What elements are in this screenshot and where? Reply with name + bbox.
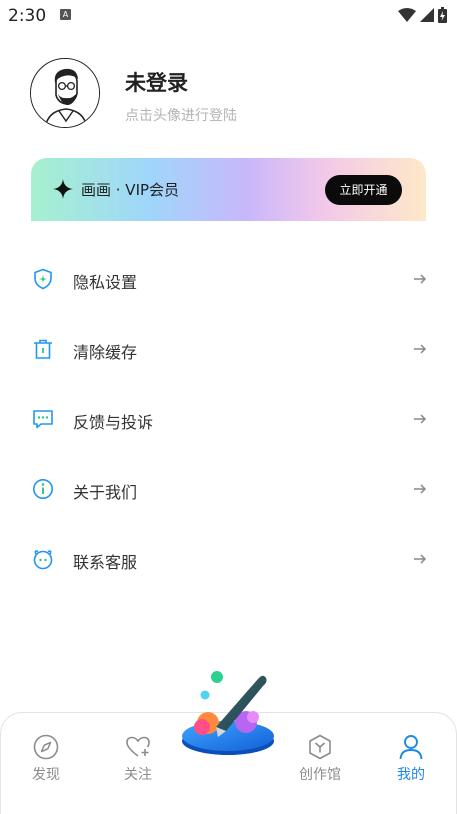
tab-follow[interactable]: 关注 <box>108 733 168 784</box>
trash-icon <box>34 339 52 359</box>
sparkle-icon <box>53 179 73 199</box>
tab-discover[interactable]: 发现 <box>16 733 76 784</box>
arrow-right-icon <box>414 344 427 354</box>
arrow-right-icon <box>414 484 427 494</box>
status-bar: 2:30 A <box>0 0 457 32</box>
menu-label: 反馈与投诉 <box>73 413 154 432</box>
shield-icon <box>34 268 52 290</box>
profile-name[interactable]: 未登录 <box>125 67 188 97</box>
menu-label: 隐私设置 <box>73 273 138 292</box>
menu-item-feedback[interactable]: 反馈与投诉 <box>0 385 457 455</box>
tab-studio[interactable]: 创作馆 <box>290 733 350 784</box>
status-icons <box>398 7 447 23</box>
tab-label: 发现 <box>32 767 60 783</box>
cube-icon <box>309 734 331 760</box>
user-icon <box>399 735 423 760</box>
feedback-icon <box>33 410 53 429</box>
battery-icon <box>438 7 447 23</box>
menu-label: 关于我们 <box>73 483 138 502</box>
vip-banner[interactable]: 画画 · VIP会员 立即开通 <box>31 158 426 221</box>
vip-label: 画画 · VIP会员 <box>81 181 180 199</box>
arrow-right-icon <box>414 414 427 424</box>
tab-label: 我的 <box>397 767 425 783</box>
tab-label: 创作馆 <box>299 767 341 783</box>
status-time: 2:30 <box>8 6 47 26</box>
arrow-right-icon <box>414 274 427 284</box>
menu-item-about[interactable]: 关于我们 <box>0 455 457 525</box>
login-hint: 点击头像进行登陆 <box>125 108 237 124</box>
heart-plus-icon <box>126 736 150 757</box>
menu-label: 清除缓存 <box>73 343 138 362</box>
notification-badge-icon: A <box>60 9 71 20</box>
avatar[interactable] <box>30 58 100 128</box>
compass-icon <box>33 734 59 760</box>
avatar-illustration-icon <box>31 59 99 127</box>
signal-icon <box>420 8 434 22</box>
menu-item-privacy[interactable]: 隐私设置 <box>0 245 457 315</box>
info-icon <box>33 479 53 499</box>
tab-label: 关注 <box>124 767 152 783</box>
create-paint-button[interactable] <box>180 665 276 760</box>
customer-service-icon <box>33 550 53 570</box>
arrow-right-icon <box>414 554 427 564</box>
vip-open-button[interactable]: 立即开通 <box>325 175 402 205</box>
menu-label: 联系客服 <box>73 553 138 572</box>
tab-mine[interactable]: 我的 <box>381 733 441 784</box>
menu-item-customer-service[interactable]: 联系客服 <box>0 525 457 595</box>
wifi-icon <box>398 8 416 22</box>
menu-item-clear-cache[interactable]: 清除缓存 <box>0 315 457 385</box>
settings-menu: 隐私设置 清除缓存 反馈与投诉 关于我们 联系客服 <box>0 245 457 595</box>
